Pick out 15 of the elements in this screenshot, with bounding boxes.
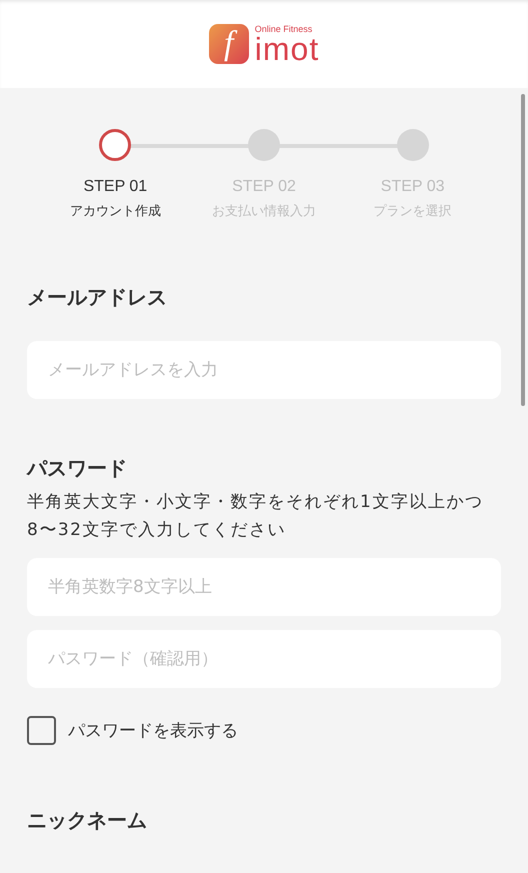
email-field[interactable]: メールアドレスを入力	[27, 341, 501, 399]
help-text: 半角英大文字・小文字・数字をそれぞれ1文字以上かつ8〜32文字で入力してください	[27, 491, 484, 542]
scrollbar[interactable]	[521, 94, 525, 406]
logo-tagline: Online Fitness	[254, 25, 314, 34]
step-label: STEP 01	[83, 178, 148, 196]
checkbox-label: パスワードを表示する	[68, 720, 238, 742]
password-field[interactable]: 半角英数字8文字以上	[27, 558, 501, 616]
step-caption: アカウント作成	[70, 203, 161, 220]
logo-mark: f	[208, 24, 249, 64]
checkbox[interactable]	[27, 716, 56, 745]
password-confirm-field[interactable]: パスワード（確認用）	[27, 630, 501, 688]
field-label: ニックネーム	[27, 807, 148, 834]
field-label: メールアドレス	[27, 284, 168, 311]
logo-name: imot	[254, 34, 320, 64]
field-label: パスワード	[27, 455, 128, 482]
